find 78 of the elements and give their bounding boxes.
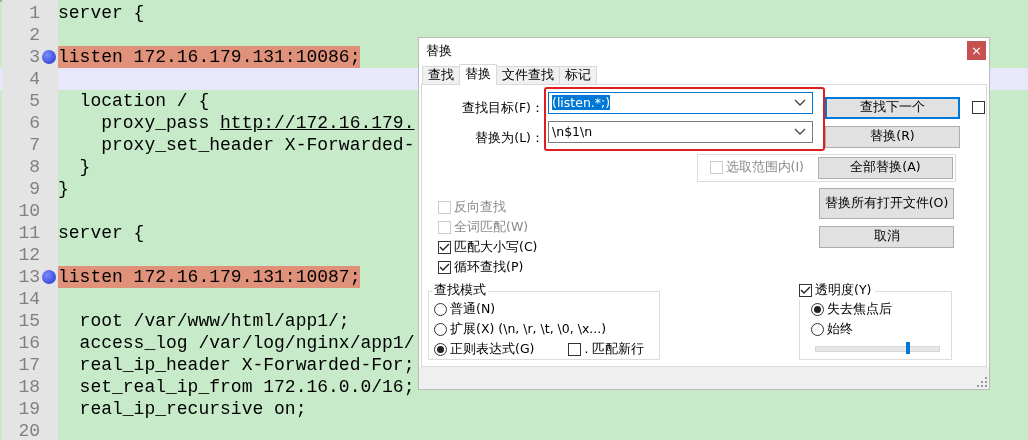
line-number: 3	[2, 46, 58, 68]
close-button[interactable]: ×	[967, 41, 986, 61]
chevron-down-icon	[794, 98, 806, 107]
line-number: 6	[2, 112, 58, 134]
radio-button[interactable]	[434, 323, 447, 337]
checkbox[interactable]	[972, 101, 985, 115]
field-label: 替换为(L)：	[475, 128, 544, 147]
group-title: 查找模式	[432, 281, 488, 299]
checkbox[interactable]	[438, 241, 451, 255]
radio-label: 正则表达式(G)	[450, 341, 535, 359]
code-link[interactable]: http://172.16.179.	[220, 112, 415, 134]
checkbox[interactable]	[438, 261, 451, 275]
tab[interactable]: 文件查找	[496, 65, 560, 84]
find-field[interactable]: (listen.*;)	[548, 91, 813, 114]
opacity-slider[interactable]	[815, 345, 940, 352]
radio-button[interactable]	[811, 323, 824, 337]
radio-button[interactable]	[434, 343, 447, 357]
code-text: }	[78, 156, 91, 178]
replace-field[interactable]: \n$1\n	[548, 120, 813, 143]
radio-label: 普通(N)	[450, 301, 496, 319]
checkbox-label: 全词匹配(W)	[454, 219, 529, 237]
checkbox-label: 循环查找(P)	[454, 259, 524, 277]
code-text: location / {	[78, 90, 210, 112]
resize-grip-icon[interactable]	[977, 377, 987, 387]
code-text: access_log /var/log/nginx/app1/	[78, 332, 415, 354]
line-number: 18	[2, 376, 58, 398]
radio-label: 始终	[827, 321, 853, 339]
radio-button[interactable]	[811, 303, 824, 317]
code-text: listen 172.16.179.131:10086;	[58, 46, 361, 68]
line-number: 20	[2, 420, 58, 440]
line-number: 8	[2, 156, 58, 178]
tab[interactable]: 替换	[459, 63, 497, 85]
checkbox[interactable]	[799, 284, 812, 298]
line-number: 19	[2, 398, 58, 420]
field-label: 查找目标(F)：	[462, 98, 544, 117]
code-text: real_ip_header X-Forwarded-For;	[78, 354, 415, 376]
code-text: set_real_ip_from 172.16.0.0/16;	[78, 376, 415, 398]
checkbox-label: 选取范围内(I)	[725, 159, 804, 177]
cancel-button[interactable]: 取消	[819, 225, 954, 248]
code-text: server {	[58, 2, 145, 24]
line-number: 11	[2, 222, 58, 244]
line-number: 12	[2, 244, 58, 266]
tab[interactable]: 查找	[422, 65, 460, 84]
line-number: 4	[2, 68, 58, 90]
line-number: 14	[2, 288, 58, 310]
checkbox[interactable]	[568, 343, 582, 357]
line-number: 1	[2, 2, 58, 24]
checkbox-label: . 匹配新行	[584, 341, 645, 359]
code-text: real_ip_recursive on;	[78, 398, 307, 420]
code-text: proxy_set_header X-Forwarded-	[100, 134, 415, 156]
radio-button[interactable]	[434, 303, 447, 317]
find-next-button[interactable]: 查找下一个	[825, 96, 960, 119]
checkbox-label: 匹配大小写(C)	[454, 239, 538, 257]
line-number: 2	[2, 24, 58, 46]
line-number: 10	[2, 200, 58, 222]
dialog-title: 替换	[426, 41, 452, 60]
radio-label: 失去焦点后	[827, 301, 892, 319]
line-number: 17	[2, 354, 58, 376]
code-text: root /var/www/html/app1/;	[78, 310, 350, 332]
checkbox-label: 透明度(Y)	[815, 282, 872, 300]
replace-all-open-files-button[interactable]: 替换所有打开文件(O)	[819, 187, 954, 219]
chevron-down-icon	[794, 127, 806, 136]
line-number: 16	[2, 332, 58, 354]
code-text: server {	[58, 222, 145, 244]
line-number: 13	[2, 266, 58, 288]
replace-button[interactable]: 替换(R)	[825, 125, 960, 148]
line-number: 15	[2, 310, 58, 332]
code-text: proxy_pass	[100, 112, 211, 134]
checkbox-label: 反向查找	[454, 199, 506, 217]
code-text: listen 172.16.179.131:10087;	[58, 266, 361, 288]
tab[interactable]: 标记	[559, 65, 597, 84]
line-number: 5	[2, 90, 58, 112]
line-number: 7	[2, 134, 58, 156]
replace-all-button[interactable]: 全部替换(A)	[818, 156, 953, 179]
code-text: }	[58, 178, 69, 200]
slider-thumb[interactable]	[906, 341, 911, 354]
radio-label: 扩展(X) (\n, \r, \t, \0, \x...)	[450, 321, 607, 339]
line-number: 9	[2, 178, 58, 200]
